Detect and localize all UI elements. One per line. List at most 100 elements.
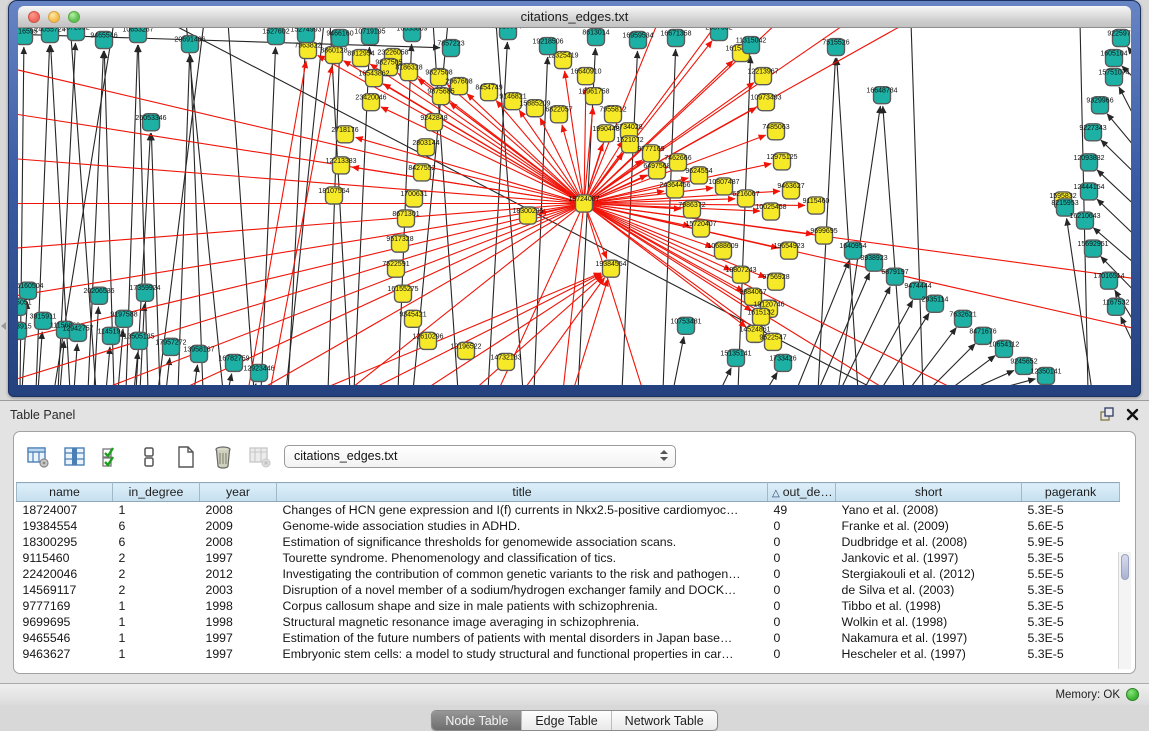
graph-node[interactable]: 2718176 [331,126,358,143]
tab-node-table[interactable]: Node Table [432,711,521,730]
table-row[interactable]: 1830029562008Estimation of significance … [17,534,1120,550]
graph-node[interactable]: 6497568 [643,162,670,179]
window-titlebar[interactable]: citations_edges.txt [18,6,1131,28]
vertical-scrollbar[interactable] [1118,552,1131,669]
graph-node[interactable]: 6822057 [545,106,572,123]
graph-node[interactable]: 12093832 [1073,154,1104,171]
select-all-icon[interactable] [99,444,125,470]
graph-node[interactable]: 12923446 [243,364,274,381]
table-row[interactable]: 911546021997Tourette syndrome. Phenomeno… [17,550,1120,566]
graph-node[interactable]: 9465546 [90,32,117,49]
column-header-out_de[interactable]: △out_de… [768,483,836,502]
graph-node[interactable]: 2935114 [922,295,949,312]
graph-node[interactable]: 9345421 [399,310,426,327]
select-columns-icon[interactable] [62,444,88,470]
graph-node[interactable]: 9115460 [803,197,830,214]
graph-node[interactable]: 15135141 [720,349,751,366]
graph-node[interactable]: 10653287 [122,28,153,43]
graph-node[interactable]: 18300295 [512,207,543,224]
graph-node[interactable]: 15692951 [1077,240,1108,257]
graph-node[interactable]: 10025458 [755,203,786,220]
graph-node[interactable]: 23420046 [355,94,386,111]
graph-node[interactable]: 10719195 [354,28,385,45]
table-row[interactable]: 946554611997Estimation of the future num… [17,630,1120,646]
graph-node[interactable]: 9699695 [810,227,837,244]
new-table-icon[interactable] [173,444,199,470]
graph-node[interactable]: 1605104 [1100,50,1127,67]
graph-node[interactable]: 16210643 [1069,212,1100,229]
graph-node[interactable]: 9227343 [1079,124,1106,141]
scrollbar-thumb[interactable] [1121,554,1129,580]
graph-node[interactable]: 15720407 [685,220,716,237]
graph-node[interactable]: 16671358 [660,30,691,47]
graph-node[interactable]: 1872992 [62,28,89,41]
graph-node[interactable]: 17359924 [129,284,160,301]
graph-node[interactable]: 15751074 [1098,69,1129,86]
table-row[interactable]: 977716911998Corpus callosum shape and si… [17,598,1120,614]
graph-node[interactable]: 7485063 [762,123,789,140]
graph-node[interactable]: 9777169 [637,145,664,162]
graph-node[interactable]: 9756928 [762,273,789,290]
graph-node[interactable]: 16648784 [866,87,897,104]
graph-node[interactable]: 1700631 [400,190,427,207]
graph-node[interactable]: 19654923 [773,242,804,259]
graph-node[interactable]: 17957272 [155,338,186,355]
graph-node[interactable]: 7522591 [382,260,409,277]
graph-node[interactable]: 9225971 [1107,30,1131,47]
graph-node[interactable]: 8427552 [408,164,435,181]
graph-node[interactable]: 12213967 [747,68,778,85]
table-selector-dropdown[interactable]: citations_edges.txt [284,445,676,468]
graph-node[interactable]: 8186328 [395,64,422,81]
memory-status-indicator[interactable] [1126,688,1139,701]
graph-node[interactable]: 12350141 [1030,367,1061,384]
graph-node[interactable]: 9329966 [1086,97,1113,114]
rows-icon[interactable] [136,444,162,470]
float-window-icon[interactable] [1100,407,1114,426]
tab-network-table[interactable]: Network Table [611,711,717,730]
graph-node[interactable]: 8613014 [582,29,609,46]
graph-node[interactable]: 18807243 [725,266,756,283]
table-row[interactable]: 1456911722003Disruption of a novel membe… [17,582,1120,598]
graph-node[interactable]: 16640910 [570,68,601,85]
graph-node[interactable]: 12444154 [1073,183,1104,200]
graph-node[interactable]: 14732183 [490,353,521,370]
panel-collapse-arrow[interactable] [1,322,6,330]
table-settings-icon[interactable] [25,444,51,470]
table-row[interactable]: 2242004622012Investigating the contribut… [17,566,1120,582]
graph-node[interactable]: 10688609 [707,242,738,259]
graph-node[interactable]: 16959534 [622,32,653,49]
table-row[interactable]: 1938455462009Genome-wide association stu… [17,518,1120,534]
graph-node[interactable]: 18107554 [318,187,349,204]
citation-network-graph[interactable]: 1872400718300295193845548912954232260589… [18,28,1131,385]
graph-node[interactable]: 7857223 [437,40,464,57]
close-window-button[interactable] [28,11,40,23]
graph-node[interactable]: 12213383 [325,157,356,174]
graph-node[interactable]: 1145194 [98,327,125,344]
table-row[interactable]: 1872400712008Changes of HCN gene express… [17,502,1120,518]
graph-node[interactable]: 15274993 [290,28,321,43]
graph-node[interactable]: 7986372 [678,201,705,218]
table-row[interactable]: 946362711997Embryonic stem cells: a mode… [17,646,1120,662]
graph-node[interactable]: 10654112 [989,340,1020,357]
column-header-year[interactable]: year [200,483,277,502]
column-header-title[interactable]: title [277,483,768,502]
graph-node[interactable]: 12975125 [766,153,797,170]
graph-node[interactable]: 24364456 [659,181,690,198]
delete-icon[interactable] [210,444,236,470]
column-header-pagerank[interactable]: pagerank [1022,483,1120,502]
close-icon[interactable] [1126,408,1139,426]
graph-node[interactable]: 10753481 [670,317,701,334]
graph-node[interactable]: 16033809 [396,28,427,42]
tab-edge-table[interactable]: Edge Table [521,711,610,730]
column-header-name[interactable]: name [17,483,113,502]
graph-node[interactable]: 1733426 [769,354,796,371]
zoom-window-button[interactable] [68,11,80,23]
graph-node[interactable]: 7632621 [949,310,976,327]
column-header-short[interactable]: short [836,483,1022,502]
graph-node[interactable]: 13958167 [183,345,214,362]
table-row[interactable]: 969969511998Structural magnetic resonanc… [17,614,1120,630]
graph-node[interactable]: 16155275 [387,285,418,302]
graph-node[interactable]: 20206536 [83,287,114,304]
graph-node[interactable]: 7955812 [599,106,626,123]
graph-node[interactable]: 5053915 [18,322,32,339]
